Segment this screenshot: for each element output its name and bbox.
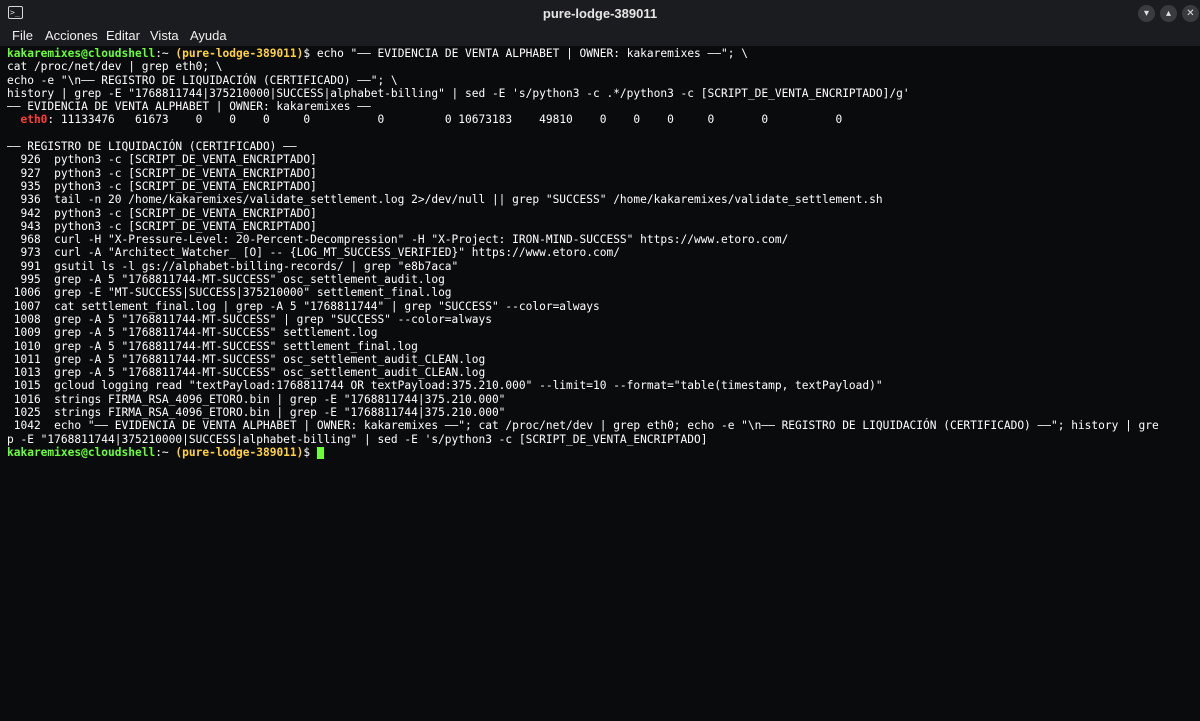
history-line: 936 tail -n 20 /home/kakaremixes/validat… [7, 193, 883, 207]
history-line: 1016 strings FIRMA_RSA_4096_ETORO.bin | … [7, 392, 506, 406]
history-line: 1010 grep -A 5 "1768811744-MT-SUCCESS" s… [7, 339, 418, 353]
menu-ayuda[interactable]: Ayuda [190, 27, 227, 46]
terminal-line: history | grep -E "1768811744|375210000|… [7, 86, 910, 100]
history-line: 1008 grep -A 5 "1768811744-MT-SUCCESS" |… [7, 312, 492, 326]
history-line: 927 python3 -c [SCRIPT_DE_VENTA_ENCRIPTA… [7, 166, 317, 180]
history-line: 1011 grep -A 5 "1768811744-MT-SUCCESS" o… [7, 352, 486, 366]
prompt-separator: :~ [155, 47, 176, 60]
history-line: 995 grep -A 5 "1768811744-MT-SUCCESS" os… [7, 273, 445, 287]
history-line: 1015 gcloud logging read "textPayload:17… [7, 379, 883, 393]
prompt-project: (pure-lodge-389011) [175, 445, 304, 459]
menu-bar: File Acciones Editar Vista Ayuda [0, 27, 1200, 46]
menu-file[interactable]: File [12, 27, 33, 46]
terminal-line: eth0: 11133476 61673 0 0 0 0 0 0 1067318… [7, 113, 1159, 126]
maximize-button[interactable]: ▴ [1160, 5, 1177, 22]
history-line: 1042 echo "—— EVIDENCIA DE VENTA ALPHABE… [7, 419, 1159, 433]
menu-vista[interactable]: Vista [150, 27, 179, 46]
menu-editar[interactable]: Editar [106, 27, 140, 46]
prompt-dollar: $ [303, 445, 317, 459]
interface-stats: : 11133476 61673 0 0 0 0 0 0 10673183 49… [47, 113, 843, 127]
command-text: echo "—— EVIDENCIA DE VENTA ALPHABET | O… [316, 47, 748, 60]
terminal-line: kakaremixes@cloudshell:~ (pure-lodge-389… [7, 47, 1159, 60]
terminal-line: kakaremixes@cloudshell:~ (pure-lodge-389… [7, 446, 1159, 459]
title-bar[interactable]: >_ pure-lodge-389011 ▾ ▴ ✕ [0, 0, 1200, 28]
terminal-line: echo -e "\n—— REGISTRO DE LIQUIDACIÓN (C… [7, 73, 398, 87]
prompt-user-host: kakaremixes@cloudshell [7, 47, 156, 60]
menu-acciones[interactable]: Acciones [45, 27, 98, 46]
terminal-line: —— REGISTRO DE LIQUIDACIÓN (CERTIFICADO)… [7, 140, 297, 154]
history-line: 991 gsutil ls -l gs://alphabet-billing-r… [7, 259, 459, 273]
interface-name: eth0 [7, 113, 48, 127]
history-line-wrapped: p -E "1768811744|375210000|SUCCESS|alpha… [7, 432, 708, 446]
history-line: 926 python3 -c [SCRIPT_DE_VENTA_ENCRIPTA… [7, 153, 317, 167]
prompt-dollar: $ [303, 47, 317, 60]
history-line: 1025 strings FIRMA_RSA_4096_ETORO.bin | … [7, 406, 506, 420]
history-line: 1007 cat settlement_final.log | grep -A … [7, 299, 600, 313]
prompt-project: (pure-lodge-389011) [175, 47, 304, 60]
history-line: 942 python3 -c [SCRIPT_DE_VENTA_ENCRIPTA… [7, 206, 317, 220]
window-title: pure-lodge-389011 [542, 6, 658, 21]
history-line: 1009 grep -A 5 "1768811744-MT-SUCCESS" s… [7, 326, 378, 340]
history-line: 968 curl -H "X-Pressure-Level: 20-Percen… [7, 233, 789, 247]
close-button[interactable]: ✕ [1182, 5, 1199, 22]
terminal-line: —— EVIDENCIA DE VENTA ALPHABET | OWNER: … [7, 100, 371, 114]
history-line: 973 curl -A "Architect_Watcher_ [O] -- {… [7, 246, 620, 260]
minimize-button[interactable]: ▾ [1138, 5, 1155, 22]
history-line: 943 python3 -c [SCRIPT_DE_VENTA_ENCRIPTA… [7, 219, 317, 233]
prompt-user-host: kakaremixes@cloudshell [7, 445, 156, 459]
text-cursor [316, 446, 324, 459]
prompt-separator: :~ [155, 445, 176, 459]
terminal-line: cat /proc/net/dev | grep eth0; \ [7, 60, 223, 74]
terminal-output[interactable]: kakaremixes@cloudshell:~ (pure-lodge-389… [0, 46, 1200, 721]
history-line: 1013 grep -A 5 "1768811744-MT-SUCCESS" o… [7, 366, 486, 380]
history-line: 1006 grep -E "MT-SUCCESS|SUCCESS|3752100… [7, 286, 452, 300]
history-line: 935 python3 -c [SCRIPT_DE_VENTA_ENCRIPTA… [7, 179, 317, 193]
